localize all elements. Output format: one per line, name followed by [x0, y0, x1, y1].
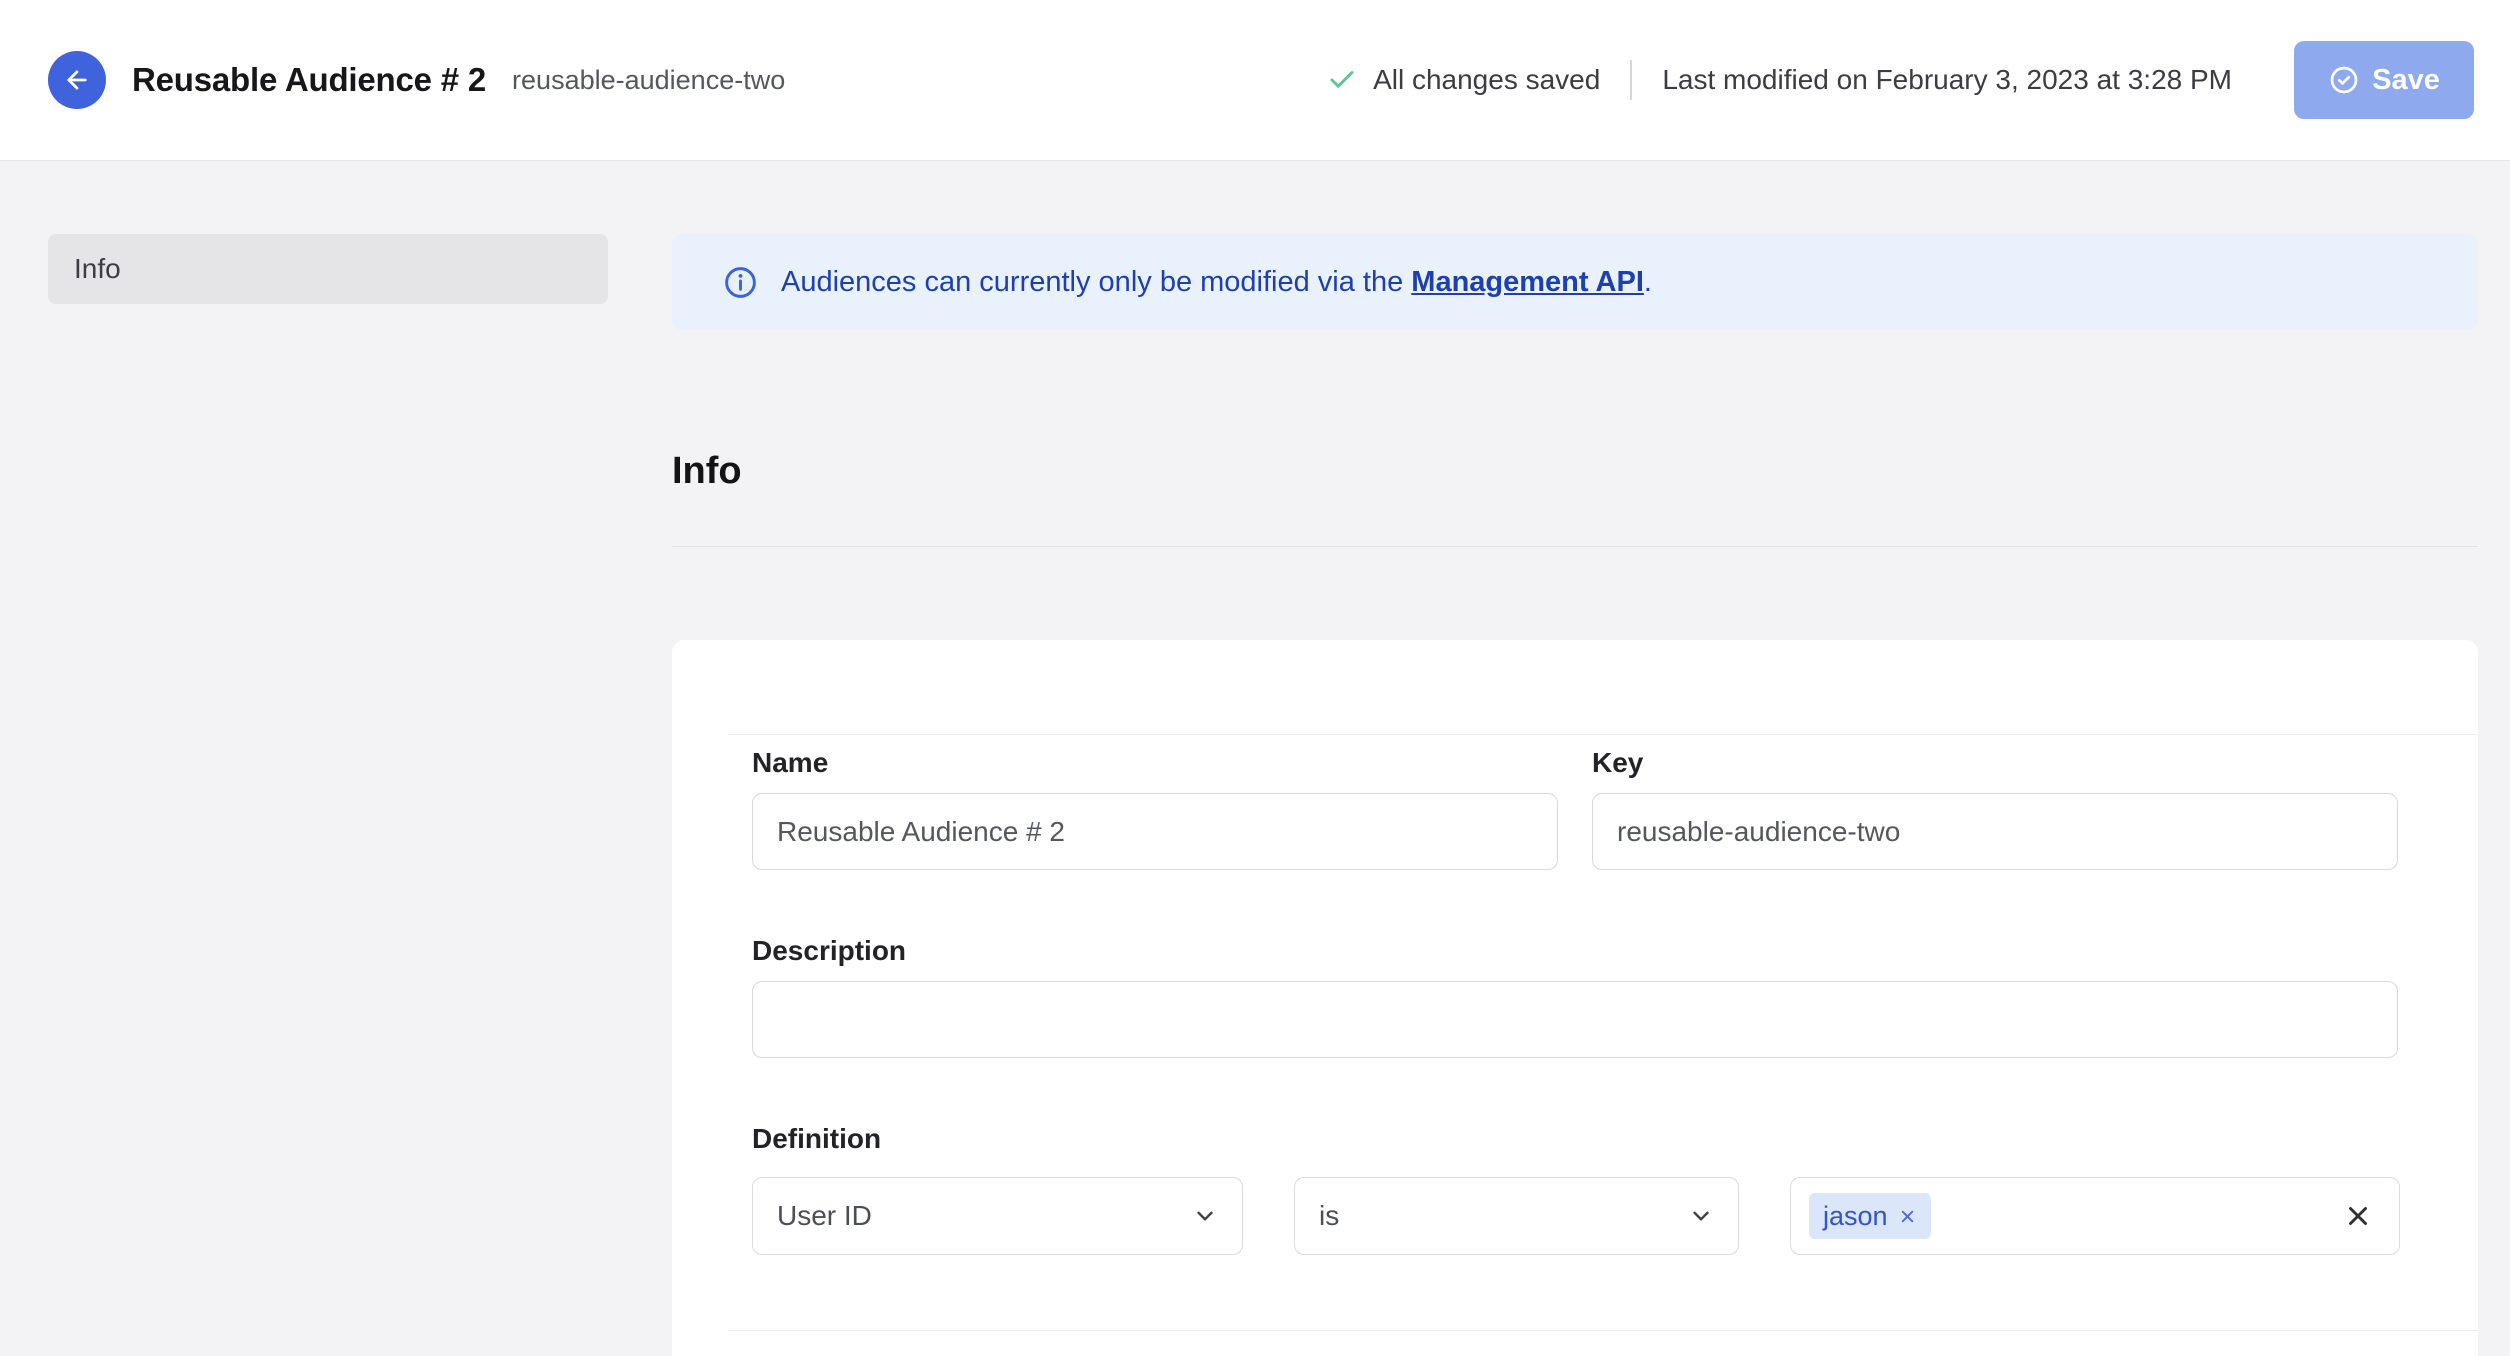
key-input[interactable] — [1592, 793, 2398, 870]
management-api-link[interactable]: Management API — [1411, 266, 1644, 298]
value-tag: jason — [1809, 1193, 1931, 1239]
card-bottom-divider — [728, 1330, 2478, 1331]
name-input[interactable] — [752, 793, 1558, 870]
value-tag-label: jason — [1823, 1200, 1888, 1231]
definition-field-select[interactable]: User ID — [752, 1177, 1243, 1255]
info-banner: Audiences can currently only be modified… — [672, 234, 2478, 330]
save-status-cluster: All changes saved Last modified on Febru… — [1327, 60, 2232, 100]
arrow-left-icon — [63, 66, 91, 94]
info-form-card: Name Key Description Definition User ID … — [672, 640, 2478, 1356]
save-button-label: Save — [2372, 63, 2440, 96]
section-title: Info — [672, 450, 742, 492]
definition-label: Definition — [752, 1123, 882, 1154]
description-label: Description — [752, 935, 907, 966]
info-circle-icon — [722, 264, 759, 301]
vertical-divider — [1630, 60, 1633, 100]
definition-operator-select[interactable]: is — [1294, 1177, 1739, 1255]
last-modified-text: Last modified on February 3, 2023 at 3:2… — [1662, 64, 2232, 95]
section-divider — [672, 546, 2478, 547]
check-circle-icon — [2328, 64, 2360, 96]
banner-text-after: . — [1643, 265, 1652, 298]
back-button[interactable] — [48, 51, 106, 109]
banner-text-before: Audiences can currently only be modified… — [781, 265, 1412, 298]
remove-tag-icon[interactable] — [1898, 1207, 1917, 1226]
audience-key-subtitle: reusable-audience-two — [512, 64, 786, 95]
check-icon — [1327, 65, 1357, 95]
definition-operator-value: is — [1319, 1200, 1340, 1231]
page-title: Reusable Audience # 2 — [132, 61, 487, 98]
name-label: Name — [752, 747, 829, 778]
save-status-text: All changes saved — [1373, 64, 1601, 95]
key-label: Key — [1592, 747, 1644, 778]
banner-text: Audiences can currently only be modified… — [781, 266, 1652, 299]
clear-values-icon[interactable] — [2343, 1201, 2373, 1231]
save-button[interactable]: Save — [2294, 41, 2474, 119]
card-top-divider — [728, 734, 2478, 735]
definition-values-input[interactable]: jason — [1790, 1177, 2400, 1255]
description-input[interactable] — [752, 981, 2398, 1058]
sidebar-item-label: Info — [74, 253, 121, 284]
definition-field-value: User ID — [777, 1200, 872, 1231]
chevron-down-icon — [1192, 1203, 1218, 1229]
top-bar: Reusable Audience # 2 reusable-audience-… — [0, 0, 2510, 161]
audience-editor-screen: Reusable Audience # 2 reusable-audience-… — [0, 0, 2510, 1356]
sidebar-item-info[interactable]: Info — [48, 234, 608, 304]
chevron-down-icon — [1688, 1203, 1714, 1229]
